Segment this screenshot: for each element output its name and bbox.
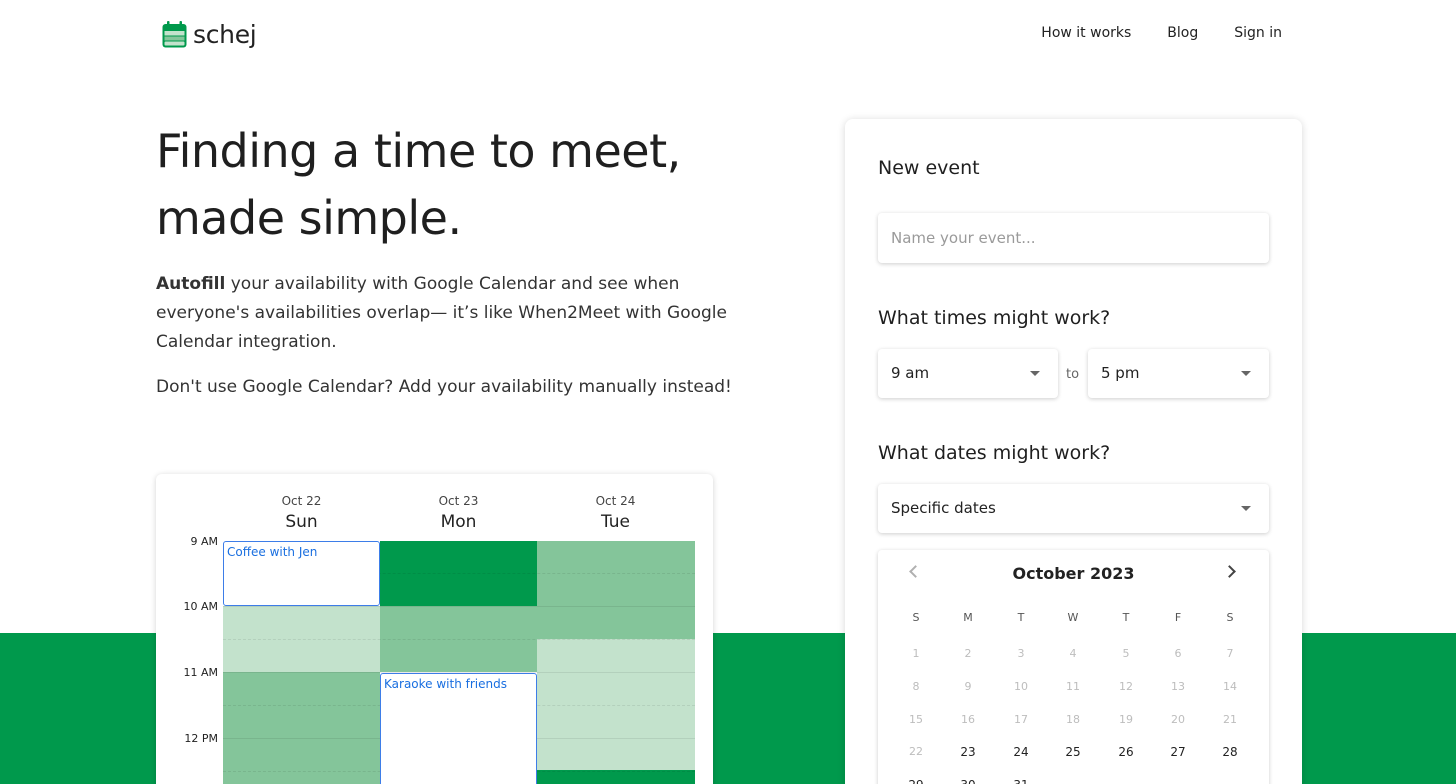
date-cell: 7 [1226,647,1234,660]
start-time-select[interactable]: 9 am [878,349,1058,398]
date-cell: 6 [1174,647,1182,660]
date-mode-select[interactable]: Specific dates [878,484,1269,533]
picker-month: October 2023 [1012,564,1135,583]
date-cell[interactable]: 25 [1047,745,1099,759]
weekday-label: M [963,611,973,624]
date-cell: 8 [912,680,920,693]
date-cell: 15 [909,713,923,726]
day-date: Oct 23 [438,494,479,508]
date-cell[interactable]: 24 [995,745,1047,759]
new-event-form: New event What times might work? 9 am to… [845,119,1302,784]
date-cell: 2 [964,647,972,660]
nav-blog[interactable]: Blog [1167,25,1198,41]
caret-down-icon [1241,371,1251,376]
date-cell: 3 [1017,647,1025,660]
form-title: New event [878,157,980,179]
hero-description: Autofill your availability with Google C… [156,270,736,357]
nav-sign-in[interactable]: Sign in [1234,25,1282,41]
date-cell[interactable]: 30 [942,778,994,784]
nav-how-it-works[interactable]: How it works [1041,25,1131,41]
availability-slot[interactable] [223,672,380,784]
calendar-event[interactable]: Coffee with Jen [223,541,380,606]
to-label: to [1066,367,1080,382]
date-picker: October 2023 S M T W T F S 1 2 3 4 5 6 7 8 9 10 11 12 13 14 1… [878,550,1269,784]
caret-down-icon [1241,506,1251,511]
hero-title-line-1: Finding a time to meet, [156,124,681,178]
logo[interactable]: schej [162,20,257,49]
dates-label: What dates might work? [878,442,1111,464]
calendar-event[interactable]: Karaoke with friends [380,673,537,784]
day-name: Mon [440,512,477,532]
end-time-value: 5 pm [1101,364,1140,382]
date-cell: 11 [1066,680,1080,693]
logo-text: schej [193,20,257,49]
event-name-field[interactable] [878,213,1269,263]
weekday-label: W [1067,611,1079,624]
hero-title-line-2: made simple. [156,191,462,245]
half-hour-gridline [223,639,695,640]
date-cell: 10 [1014,680,1028,693]
time-label-11am: 11 AM [183,666,218,679]
date-cell: 9 [964,680,972,693]
event-title: Coffee with Jen [227,545,318,559]
day-header-tue: Oct 24 Tue [537,494,694,532]
end-time-select[interactable]: 5 pm [1088,349,1269,398]
date-cell[interactable]: 28 [1204,745,1256,759]
date-cell: 17 [1014,713,1028,726]
day-date: Oct 24 [595,494,636,508]
times-label: What times might work? [878,307,1111,329]
date-cell: 22 [909,745,923,758]
event-title: Karaoke with friends [384,677,507,691]
time-label-12pm: 12 PM [184,732,218,745]
event-name-input[interactable] [878,213,1269,263]
availability-slot[interactable] [537,770,695,784]
hero-description-rest: your availability with Google Calendar a… [156,274,727,352]
hero-title: Finding a time to meet, made simple. [156,118,776,252]
weekday-label: S [912,611,920,624]
date-cell: 12 [1119,680,1133,693]
date-cell: 18 [1066,713,1080,726]
date-mode-value: Specific dates [891,499,996,517]
date-cell[interactable]: 29 [890,778,942,784]
date-cell: 19 [1119,713,1133,726]
day-name: Tue [600,512,631,532]
date-cell[interactable]: 31 [995,778,1047,784]
day-header-sun: Oct 22 Sun [223,494,380,532]
caret-down-icon [1030,371,1040,376]
calendar-logo-icon [162,21,187,48]
date-cell: 16 [961,713,975,726]
hour-gridline [223,606,695,607]
date-cell: 21 [1223,713,1237,726]
day-name: Sun [285,512,318,532]
day-date: Oct 22 [281,494,322,508]
calendar-preview: Oct 22 Sun Oct 23 Mon Oct 24 Tue 9 AM 10… [156,474,713,784]
time-label-10am: 10 AM [183,600,218,613]
date-cell: 20 [1171,713,1185,726]
top-nav: How it works Blog Sign in [1041,25,1282,41]
hero-secondary-text: Don't use Google Calendar? Add your avai… [156,377,732,397]
start-time-value: 9 am [891,364,930,382]
hero-description-bold: Autofill [156,274,226,294]
date-cell: 14 [1223,680,1237,693]
weekday-label: T [1122,611,1130,624]
time-label-9am: 9 AM [190,535,218,548]
weekday-label: S [1226,611,1234,624]
availability-slot[interactable] [537,541,695,639]
date-cell: 1 [912,647,920,660]
date-cell[interactable]: 27 [1152,745,1204,759]
date-cell[interactable]: 26 [1100,745,1152,759]
header: schej How it works Blog Sign in [0,0,1456,70]
day-header-mon: Oct 23 Mon [380,494,537,532]
date-cell: 13 [1171,680,1185,693]
date-cell: 4 [1069,647,1077,660]
weekday-label: F [1174,611,1182,624]
date-cell: 5 [1122,647,1130,660]
weekday-label: T [1017,611,1025,624]
date-cell[interactable]: 23 [942,745,994,759]
